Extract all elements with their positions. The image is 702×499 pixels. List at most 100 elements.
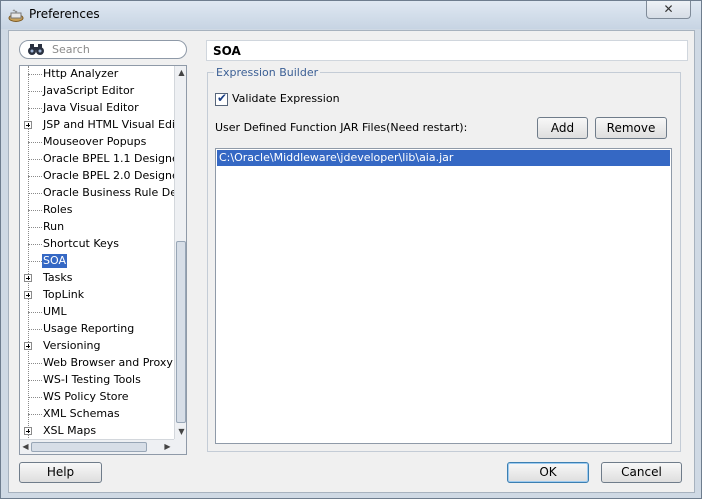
tree-item-label: Shortcut Keys bbox=[43, 237, 120, 250]
tree-item[interactable]: Oracle BPEL 1.1 Designer bbox=[20, 151, 183, 168]
tree-item[interactable]: Java Visual Editor bbox=[20, 100, 174, 117]
tree-item[interactable]: Run bbox=[20, 219, 174, 236]
tree-item[interactable]: UML bbox=[20, 304, 174, 321]
tree-item[interactable]: Http Analyzer bbox=[20, 66, 174, 83]
tree-item-label: Http Analyzer bbox=[43, 67, 119, 80]
tree-item-label: Oracle Business Rule Designer bbox=[43, 186, 186, 199]
tree-item-label: Roles bbox=[43, 203, 73, 216]
tree-item[interactable]: XML Schemas bbox=[20, 406, 174, 423]
close-button[interactable]: ✕ bbox=[646, 1, 691, 19]
expand-plus-icon[interactable] bbox=[24, 274, 32, 282]
tree-connector bbox=[28, 142, 42, 143]
add-button[interactable]: Add bbox=[537, 117, 588, 139]
jar-files-list[interactable]: C:\Oracle\Middleware\jdeveloper\lib\aia.… bbox=[215, 148, 672, 444]
tree-item[interactable]: Mouseover Popups bbox=[20, 134, 174, 151]
tree-connector bbox=[28, 397, 42, 398]
tree-item-label: Usage Reporting bbox=[43, 322, 135, 335]
scroll-corner bbox=[174, 439, 186, 454]
preferences-app-icon bbox=[8, 9, 24, 22]
tree-connector bbox=[28, 363, 42, 364]
search-placeholder: Search bbox=[52, 43, 90, 56]
tree-item-label: Oracle BPEL 1.1 Designer bbox=[43, 152, 184, 165]
tree-item-label: Web Browser and Proxy bbox=[43, 356, 173, 369]
expand-plus-icon[interactable] bbox=[24, 291, 32, 299]
tree-connector bbox=[28, 414, 42, 415]
tree-item-label: SOA bbox=[42, 254, 67, 268]
tree-item[interactable]: Oracle Business Rule Designer bbox=[20, 185, 186, 202]
remove-button[interactable]: Remove bbox=[595, 117, 667, 139]
tree-connector bbox=[28, 108, 42, 109]
tree-connector bbox=[28, 244, 42, 245]
tree-connector bbox=[28, 159, 42, 160]
tree-item-label: Java Visual Editor bbox=[43, 101, 139, 114]
title-bar[interactable]: Preferences ✕ bbox=[1, 1, 701, 29]
tree-item-label: XSL Maps bbox=[43, 424, 97, 437]
tree-item-label: Mouseover Popups bbox=[43, 135, 147, 148]
tree-item-label: UML bbox=[43, 305, 67, 318]
preferences-window: Preferences ✕ Search Http Analyzer JavaSc… bbox=[0, 0, 702, 499]
expand-plus-icon[interactable] bbox=[24, 121, 32, 129]
scroll-left-icon[interactable]: ◀ bbox=[21, 442, 30, 451]
search-input[interactable]: Search bbox=[19, 40, 187, 59]
page-title: SOA bbox=[213, 44, 241, 58]
tree-item[interactable]: JavaScript Editor bbox=[20, 83, 174, 100]
tree-item[interactable]: SOA bbox=[20, 253, 174, 270]
scroll-up-icon[interactable]: ▲ bbox=[177, 68, 186, 77]
validate-expression-checkbox[interactable]: ✔ bbox=[215, 91, 228, 106]
scroll-right-icon[interactable]: ▶ bbox=[163, 442, 172, 451]
tree-vertical-scrollbar[interactable]: ▲ ▼ bbox=[174, 66, 186, 439]
scroll-down-icon[interactable]: ▼ bbox=[177, 427, 186, 436]
expand-plus-icon[interactable] bbox=[24, 427, 32, 435]
tree-connector bbox=[28, 227, 42, 228]
tree-connector bbox=[28, 193, 42, 194]
ok-button[interactable]: OK bbox=[507, 462, 589, 483]
dialog-body: Search Http Analyzer JavaScript Editor Jav… bbox=[8, 30, 695, 493]
tree-item-label: WS-I Testing Tools bbox=[43, 373, 141, 386]
cancel-button[interactable]: Cancel bbox=[601, 462, 682, 483]
tree-item[interactable]: Oracle BPEL 2.0 Designer bbox=[20, 168, 183, 185]
validate-expression-label[interactable]: Validate Expression bbox=[232, 92, 340, 105]
jar-files-label: User Defined Function JAR Files(Need res… bbox=[215, 121, 468, 134]
tree-horizontal-scrollbar[interactable]: ◀ ▶ bbox=[20, 439, 174, 454]
tree-item[interactable]: Roles bbox=[20, 202, 174, 219]
binoculars-icon bbox=[28, 44, 44, 55]
help-button[interactable]: Help bbox=[19, 462, 102, 483]
tree-item-label: Versioning bbox=[43, 339, 101, 352]
tree-item[interactable]: Tasks bbox=[20, 270, 174, 287]
window-title: Preferences bbox=[29, 7, 100, 21]
tree-connector bbox=[28, 312, 42, 313]
tree-item-label: Oracle BPEL 2.0 Designer bbox=[43, 169, 184, 182]
tree-item[interactable]: Web Browser and Proxy bbox=[20, 355, 174, 372]
tree-connector bbox=[28, 91, 42, 92]
tree-connector bbox=[28, 380, 42, 381]
tree-item-label: WS Policy Store bbox=[43, 390, 129, 403]
tree-item[interactable]: WS Policy Store bbox=[20, 389, 174, 406]
tree-item-label: Tasks bbox=[43, 271, 73, 284]
tree-item[interactable]: Shortcut Keys bbox=[20, 236, 174, 253]
tree-connector bbox=[28, 74, 42, 75]
tree-item-label: TopLink bbox=[43, 288, 85, 301]
tree-item-label: Run bbox=[43, 220, 65, 233]
horizontal-scroll-thumb[interactable] bbox=[31, 442, 147, 452]
tree-item[interactable]: Versioning bbox=[20, 338, 174, 355]
tree-item[interactable]: JSP and HTML Visual Editor bbox=[20, 117, 186, 134]
preferences-tree[interactable]: Http Analyzer JavaScript Editor Java Visua… bbox=[19, 65, 187, 455]
vertical-scroll-thumb[interactable] bbox=[176, 241, 186, 423]
tree-item[interactable]: Usage Reporting bbox=[20, 321, 174, 338]
close-icon: ✕ bbox=[663, 2, 674, 16]
page-header: SOA bbox=[206, 40, 688, 61]
tree-item-label: JavaScript Editor bbox=[43, 84, 135, 97]
tree-item-label: JSP and HTML Visual Editor bbox=[43, 118, 187, 131]
tree-connector bbox=[28, 329, 42, 330]
tree-item[interactable]: WS-I Testing Tools bbox=[20, 372, 174, 389]
tree-item[interactable]: XSL Maps bbox=[20, 423, 174, 440]
tree-item[interactable]: TopLink bbox=[20, 287, 174, 304]
tree-connector bbox=[28, 210, 42, 211]
checkmark-icon: ✔ bbox=[217, 91, 228, 105]
group-label: Expression Builder bbox=[214, 66, 321, 79]
tree-item-label: XML Schemas bbox=[43, 407, 120, 420]
expand-plus-icon[interactable] bbox=[24, 342, 32, 350]
tree-connector bbox=[28, 176, 42, 177]
jar-file-item[interactable]: C:\Oracle\Middleware\jdeveloper\lib\aia.… bbox=[217, 150, 670, 166]
tree-connector bbox=[28, 261, 42, 262]
